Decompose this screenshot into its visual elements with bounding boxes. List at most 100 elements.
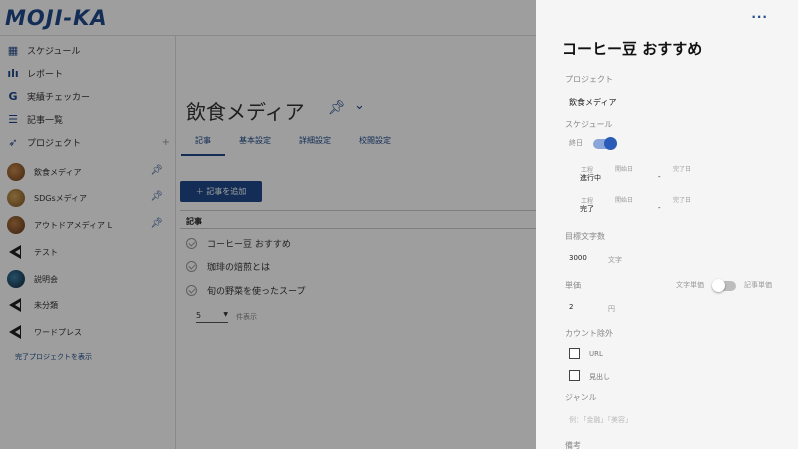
divider: [180, 210, 536, 211]
all-day-toggle[interactable]: [593, 137, 617, 150]
sidebar-item-label: 実績チェッカー: [27, 92, 91, 103]
pin-icon[interactable]: 📌︎: [328, 100, 346, 116]
tab-basic-settings[interactable]: 基本設定: [225, 134, 285, 156]
tab-articles[interactable]: 記事: [181, 134, 225, 156]
target-chars-unit: 文字: [608, 256, 622, 264]
toggle-knob: [604, 137, 617, 150]
project-item[interactable]: SDGsメディア 📌︎: [7, 187, 167, 209]
tab-detail-settings[interactable]: 詳細設定: [285, 134, 345, 156]
check-circle-icon[interactable]: [186, 260, 197, 272]
pin-icon[interactable]: 📌︎: [150, 191, 163, 202]
calendar-icon: ▦: [7, 43, 19, 57]
page-size-selector[interactable]: 5 ▼ 件表示: [196, 311, 257, 323]
list-icon: ☰: [8, 112, 18, 126]
rocket-icon: ➶: [8, 135, 18, 149]
project-value[interactable]: 飲食メディア: [569, 97, 616, 108]
project-avatar: [7, 216, 25, 234]
price-unit: 円: [608, 305, 615, 313]
page-size-value: 5: [196, 311, 202, 320]
project-item[interactable]: アウトドアメディア L 📌︎: [7, 214, 167, 236]
show-done-projects-link[interactable]: 完了プロジェクトを表示: [15, 352, 92, 362]
project-label: テスト: [34, 247, 58, 257]
exclude-url-label: URL: [589, 350, 603, 358]
article-title: 旬の野菜を使ったスープ: [207, 286, 306, 297]
sidebar-item-label: プロジェクト: [27, 138, 82, 149]
sidebar-item-checker[interactable]: G 実績チェッカー: [6, 86, 90, 106]
pin-icon[interactable]: 📌︎: [150, 218, 163, 229]
mojika-logo-icon: [7, 296, 25, 314]
chevron-down-icon[interactable]: ⌄: [354, 98, 365, 113]
exclude-heading-label: 見出し: [589, 373, 610, 381]
project-item[interactable]: 未分類: [7, 294, 167, 316]
step-value[interactable]: 完了: [580, 204, 594, 214]
project-avatar: [7, 189, 25, 207]
tab-bar: 記事 基本設定 詳細設定 校閲設定: [181, 134, 405, 156]
more-menu-icon[interactable]: ···: [751, 10, 768, 24]
sidebar-item-label: レポート: [27, 69, 64, 80]
price-mode-char: 文字単価: [676, 281, 704, 289]
sidebar-item-projects[interactable]: ➶ プロジェクト +: [6, 132, 170, 152]
all-day-label: 終日: [569, 139, 583, 147]
project-item[interactable]: ワードプレス: [7, 321, 167, 343]
mojika-logo-icon: [7, 323, 25, 341]
app-logo[interactable]: MOJI-KA: [5, 6, 108, 30]
google-g-icon: G: [8, 89, 18, 103]
schedule-label: スケジュール: [565, 120, 613, 129]
article-title: 珈琲の焙煎とは: [207, 262, 271, 273]
project-avatar: [7, 163, 25, 181]
notes-label: 備考: [565, 441, 581, 449]
page-size-unit: 件表示: [236, 313, 257, 321]
add-project-icon[interactable]: +: [162, 137, 170, 148]
sidebar-item-label: 記事一覧: [27, 115, 64, 126]
price-input[interactable]: 2: [569, 303, 573, 311]
date-dash: -: [658, 204, 661, 212]
add-article-button[interactable]: ＋ 記事を追加: [180, 181, 262, 202]
tab-proofread-settings[interactable]: 校閲設定: [345, 134, 405, 156]
project-item[interactable]: テスト: [7, 241, 167, 263]
genre-input[interactable]: 例：「金融」「美容」: [569, 415, 632, 425]
page-size-select[interactable]: 5 ▼: [196, 311, 228, 323]
project-item[interactable]: 説明会: [7, 268, 167, 290]
price-label: 単価: [565, 281, 581, 290]
target-chars-label: 目標文字数: [565, 232, 605, 241]
step-value[interactable]: 進行中: [580, 173, 601, 183]
exclude-heading-checkbox[interactable]: [569, 370, 580, 381]
end-date-caption: 完了日: [673, 166, 692, 173]
article-title: コーヒー豆 おすすめ: [207, 239, 291, 250]
sidebar-item-label: スケジュール: [27, 46, 81, 57]
sidebar-item-schedule[interactable]: ▦ スケジュール: [6, 40, 81, 60]
price-mode-toggle[interactable]: [712, 279, 736, 292]
sidebar: ▦ スケジュール ılı レポート G 実績チェッカー ☰ 記事一覧 ➶ プロジ…: [0, 36, 176, 449]
date-dash: -: [658, 173, 661, 181]
start-date-caption: 開始日: [615, 166, 634, 173]
pin-icon[interactable]: 📌︎: [150, 165, 163, 176]
toggle-knob: [712, 279, 725, 292]
sidebar-item-articles[interactable]: ☰ 記事一覧: [6, 109, 63, 129]
article-detail-drawer: ··· コーヒー豆 おすすめ プロジェクト 飲食メディア スケジュール 終日 工…: [536, 0, 798, 449]
divider: [180, 228, 536, 229]
target-chars-input[interactable]: 3000: [569, 254, 587, 262]
project-item[interactable]: 飲食メディア 📌︎: [7, 161, 167, 183]
list-item[interactable]: 珈琲の焙煎とは: [186, 256, 270, 276]
check-circle-icon[interactable]: [186, 237, 197, 249]
end-date-caption: 完了日: [673, 197, 692, 204]
exclude-url-checkbox[interactable]: [569, 348, 580, 359]
bar-chart-icon: ılı: [7, 66, 19, 80]
project-label: 未分類: [34, 300, 58, 310]
count-exclude-label: カウント除外: [565, 329, 613, 338]
project-label: 飲食メディア: [34, 167, 82, 177]
project-label: プロジェクト: [565, 75, 613, 84]
main-content: 飲食メディア 📌︎ ⌄ 記事 基本設定 詳細設定 校閲設定 ＋ 記事を追加 記事…: [176, 36, 536, 449]
start-date-caption: 開始日: [615, 197, 634, 204]
check-circle-icon[interactable]: [186, 284, 197, 296]
list-item[interactable]: 旬の野菜を使ったスープ: [186, 280, 305, 300]
price-mode-article: 記事単価: [744, 281, 772, 289]
genre-label: ジャンル: [565, 393, 597, 402]
drawer-title: コーヒー豆 おすすめ: [562, 40, 703, 58]
mojika-logo-icon: [7, 243, 25, 261]
list-item[interactable]: コーヒー豆 おすすめ: [186, 233, 291, 253]
sidebar-item-report[interactable]: ılı レポート: [6, 63, 63, 83]
project-label: ワードプレス: [34, 327, 82, 337]
project-label: 説明会: [34, 274, 58, 284]
project-avatar: [7, 270, 25, 288]
